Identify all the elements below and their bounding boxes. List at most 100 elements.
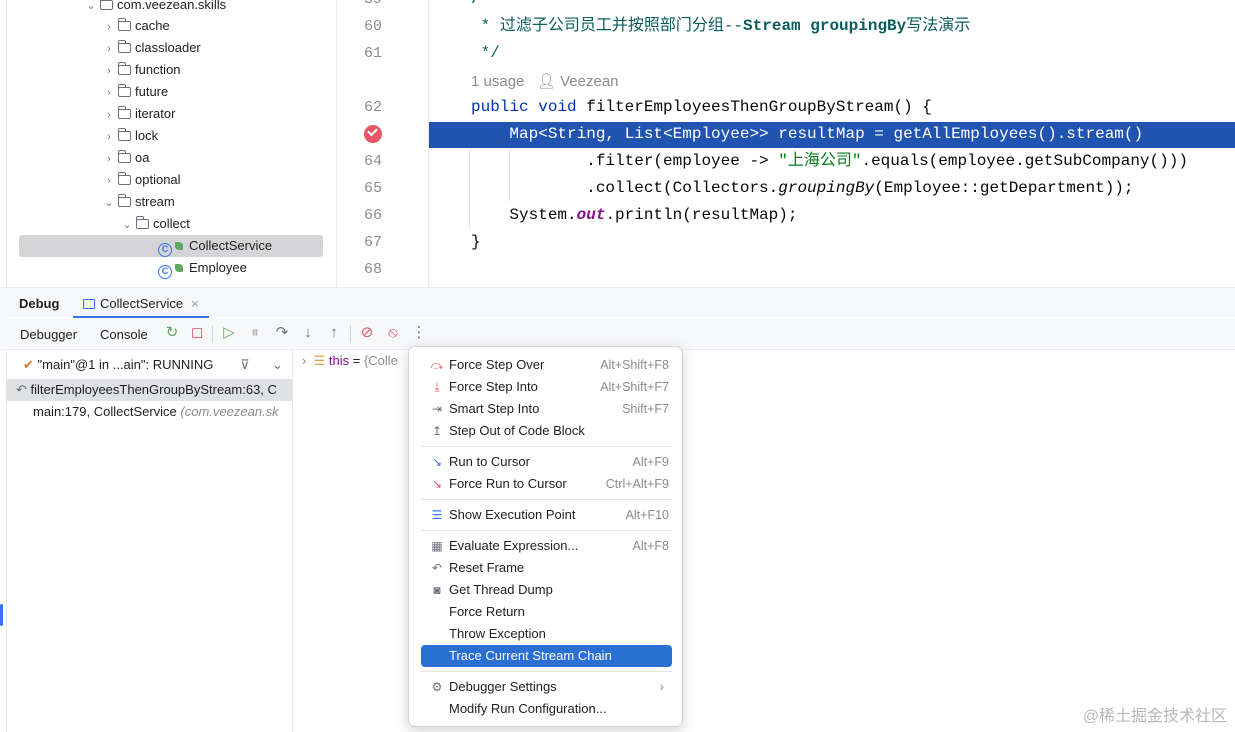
step-over-icon[interactable]: ↷ — [273, 324, 291, 342]
menu-item-run-to-cursor[interactable]: ↘ Run to Cursor Alt+F9 — [421, 451, 672, 473]
menu-item-label: Run to Cursor — [449, 454, 530, 469]
class-icon: C — [158, 243, 172, 257]
line-number: 59 — [337, 0, 382, 13]
menu-item-shortcut: Shift+F7 — [622, 402, 669, 416]
folder-icon — [117, 194, 131, 207]
code-vision-hint[interactable]: 1 usage 👤︎ Veezean — [471, 72, 619, 90]
side-marker — [0, 604, 3, 626]
line-number: 60 — [363, 18, 382, 35]
gear-icon: ⚙ — [431, 680, 443, 694]
tree-item-stream[interactable]: ⌄ stream — [102, 191, 175, 213]
tree-item-classloader[interactable]: › classloader — [102, 37, 201, 59]
view-breakpoints-icon[interactable]: ⊘ — [358, 324, 376, 342]
resume-icon[interactable]: ▷ — [220, 324, 238, 342]
mute-breakpoints-icon[interactable]: ⦸ — [384, 324, 402, 342]
thread-selector[interactable]: ✔ "main"@1 in ...ain": RUNNING ⊽ ⌄ — [23, 357, 283, 373]
code-text: .equals(employee.getSubCompany())) — [861, 152, 1188, 170]
menu-item-modify-run-configuration[interactable]: Modify Run Configuration... — [421, 698, 672, 720]
stack-frame[interactable]: ↶ filterEmployeesThenGroupByStream:63, C — [7, 379, 293, 401]
menu-item-shortcut: Alt+Shift+F8 — [600, 358, 669, 372]
tree-item-oa[interactable]: › oa — [102, 147, 149, 169]
chevron-right-icon: › — [107, 65, 111, 77]
step-out-icon[interactable]: ↑ — [325, 324, 343, 342]
chevron-down-icon[interactable]: ⌄ — [272, 357, 283, 373]
stop-icon[interactable]: ◻ — [188, 324, 206, 342]
folder-icon — [117, 150, 131, 163]
chevron-right-icon: › — [107, 153, 111, 165]
menu-item-force-run-to-cursor[interactable]: ↘ Force Run to Cursor Ctrl+Alt+F9 — [421, 473, 672, 495]
tree-item-employee[interactable]: C Employee — [158, 257, 247, 279]
line-number: 67 — [363, 234, 382, 251]
menu-item-label: Force Step Into — [449, 379, 538, 394]
chevron-down-icon: ⌄ — [104, 197, 114, 209]
code-text: .println(resultMap); — [605, 206, 798, 224]
more-options-icon[interactable]: ⋮ — [410, 324, 428, 342]
camera-icon: ◙ — [433, 583, 441, 597]
line-number: 64 — [363, 153, 382, 170]
tree-item-lock[interactable]: › lock — [102, 125, 158, 147]
menu-item-force-step-over[interactable]: ⤼ Force Step Over Alt+Shift+F8 — [421, 354, 672, 376]
variable-row[interactable]: › ☰ this = {Colle — [302, 353, 398, 369]
step-into-icon[interactable]: ↓ — [299, 324, 317, 342]
filter-icon[interactable]: ⊽ — [240, 357, 250, 373]
menu-item-step-out-of-code-block[interactable]: ↥ Step Out of Code Block — [421, 420, 672, 442]
tab-debugger[interactable]: Debugger — [20, 327, 77, 342]
chevron-down-icon: ⌄ — [86, 0, 96, 12]
frames-panel: ✔ "main"@1 in ...ain": RUNNING ⊽ ⌄ ↶ fil… — [7, 350, 293, 732]
code-line-64: .filter(employee -> "上海公司".equals(employ… — [471, 148, 1188, 175]
show-execution-point-icon: ☰ — [431, 508, 443, 522]
menu-item-debugger-settings[interactable]: ⚙ Debugger Settings › — [421, 676, 672, 698]
breakpoint-icon[interactable] — [364, 125, 382, 143]
menu-item-smart-step-into[interactable]: ⇥ Smart Step Into Shift+F7 — [421, 398, 672, 420]
folder-icon — [117, 40, 131, 53]
line-number: 66 — [363, 207, 382, 224]
frame-return-icon: ↶ — [16, 382, 27, 397]
tree-item-future[interactable]: › future — [102, 81, 168, 103]
menu-item-force-step-into[interactable]: ⤓ Force Step Into Alt+Shift+F7 — [421, 376, 672, 398]
menu-separator — [421, 530, 672, 531]
menu-item-evaluate-expression[interactable]: ▦ Evaluate Expression... Alt+F8 — [421, 535, 672, 557]
code-string: "上海公司" — [778, 152, 862, 170]
code-text: Stream groupingBy — [743, 17, 907, 35]
tab-console[interactable]: Console — [100, 327, 148, 342]
field-icon: ☰ — [313, 353, 326, 368]
menu-item-label: Modify Run Configuration... — [449, 701, 607, 716]
line-number: 62 — [363, 99, 382, 116]
debug-session-tab[interactable]: CollectService × — [73, 288, 209, 318]
code-line-61: */ — [471, 44, 500, 62]
line-number: 61 — [363, 45, 382, 62]
menu-item-reset-frame[interactable]: ↶ Reset Frame — [421, 557, 672, 579]
stack-frame[interactable]: main:179, CollectService (com.veezean.sk — [7, 401, 293, 423]
step-out-block-icon: ↥ — [431, 424, 443, 438]
chevron-right-icon[interactable]: › — [302, 353, 306, 368]
run-to-cursor-icon: ↘ — [431, 455, 443, 469]
menu-item-force-return[interactable]: Force Return — [421, 601, 672, 623]
tree-item-collect[interactable]: ⌄ collect — [120, 213, 190, 235]
tree-item-optional[interactable]: › optional — [102, 169, 181, 191]
chevron-right-icon: › — [107, 43, 111, 55]
project-tree: ⌄ com.veezean.skills › cache › classloader … — [0, 0, 335, 287]
close-icon[interactable]: × — [191, 296, 199, 311]
variable-name: this — [328, 353, 350, 368]
menu-item-label: Reset Frame — [449, 560, 525, 575]
indent-guide — [469, 148, 470, 229]
tree-item-function[interactable]: › function — [102, 59, 181, 81]
debug-title: Debug — [19, 296, 60, 311]
pause-icon[interactable]: ⏸︎ — [246, 324, 264, 342]
variable-value: {Colle — [363, 353, 398, 368]
folder-icon — [117, 62, 131, 75]
usage-hint[interactable]: 1 usage — [471, 73, 524, 90]
rerun-icon[interactable]: ↻ — [163, 324, 181, 342]
code-text: (Employee::getDepartment)); — [874, 179, 1134, 197]
menu-item-throw-exception[interactable]: Throw Exception — [421, 623, 672, 645]
menu-item-label: Force Run to Cursor — [449, 476, 567, 491]
menu-item-shortcut: Alt+Shift+F7 — [600, 380, 669, 394]
tree-item-cache[interactable]: › cache — [102, 15, 170, 37]
menu-item-get-thread-dump[interactable]: ◙ Get Thread Dump — [421, 579, 672, 601]
menu-item-show-execution-point[interactable]: ☰ Show Execution Point Alt+F10 — [421, 504, 672, 526]
tree-item-collectservice[interactable]: C CollectService — [158, 235, 272, 257]
tree-item-iterator[interactable]: › iterator — [102, 103, 175, 125]
force-step-over-icon: ⤼ — [430, 358, 444, 372]
menu-item-trace-current-stream-chain[interactable]: Trace Current Stream Chain — [421, 645, 672, 667]
tree-item-com-veezean-skills[interactable]: ⌄ com.veezean.skills — [84, 0, 226, 16]
